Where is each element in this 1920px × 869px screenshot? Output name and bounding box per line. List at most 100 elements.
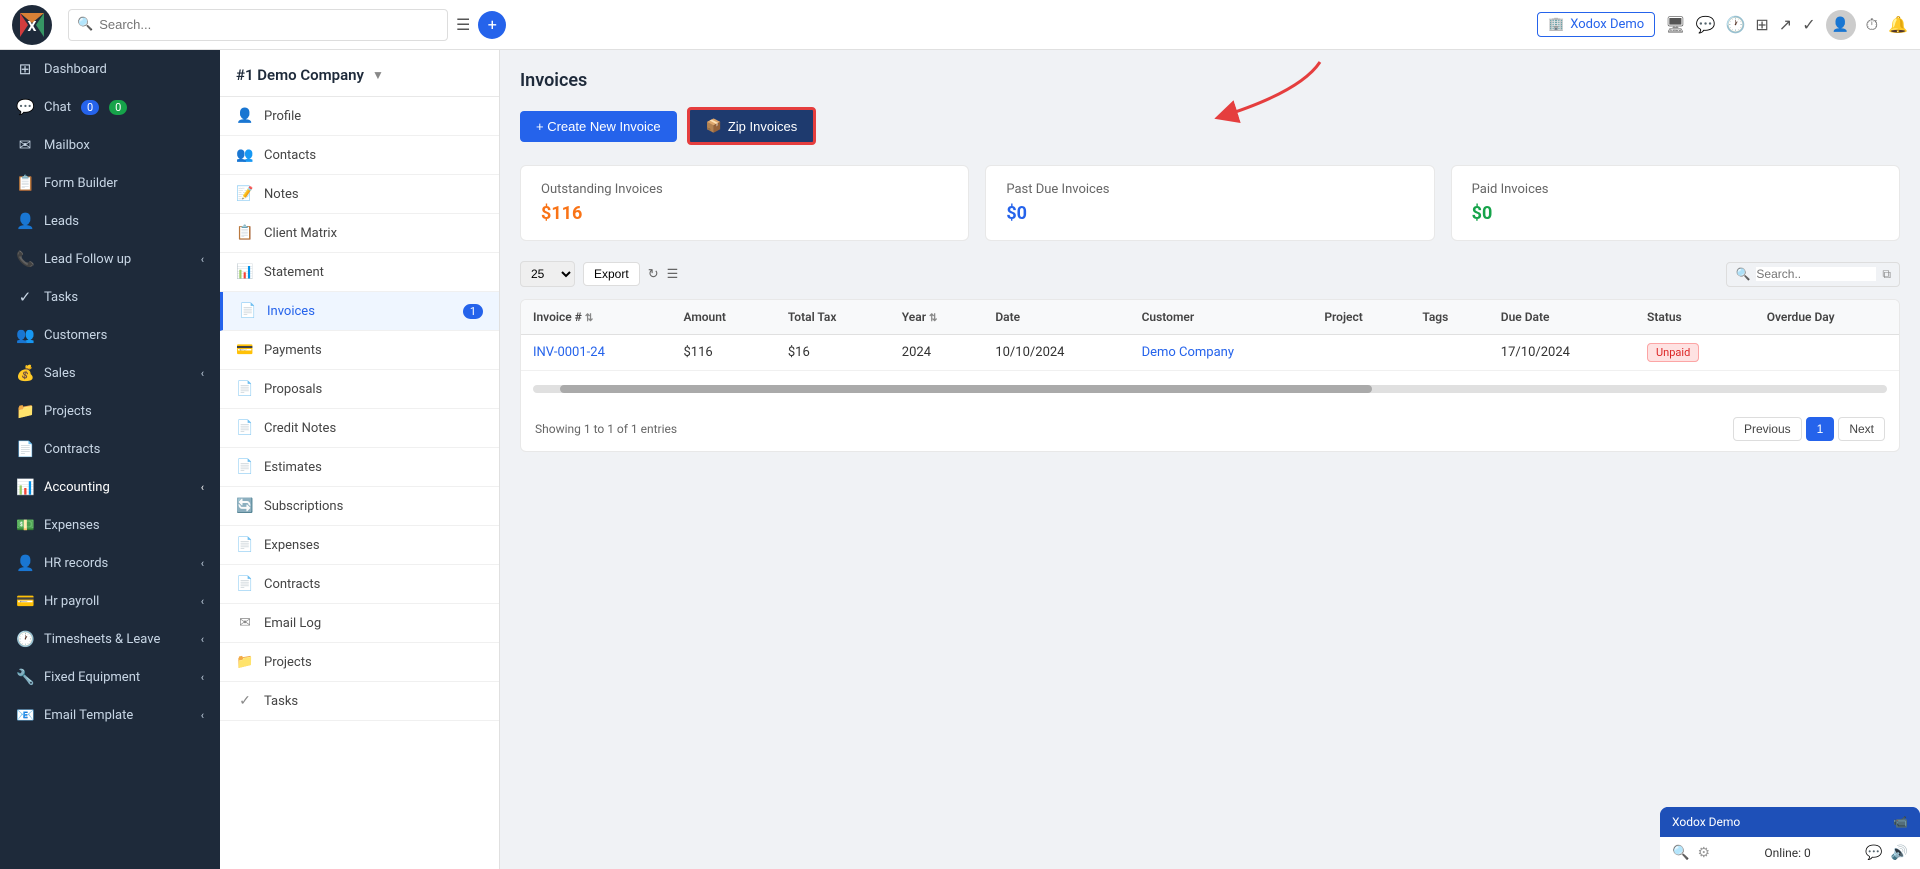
sidebar-label-contracts: Contracts (44, 442, 100, 457)
stat-label-paid: Paid Invoices (1472, 182, 1879, 197)
sub-sidebar-item-contacts[interactable]: 👥 Contacts (220, 136, 499, 175)
sub-sidebar-item-proposals[interactable]: 📄 Proposals (220, 370, 499, 409)
history-icon[interactable]: 🕐 (1725, 15, 1745, 34)
page-1-button[interactable]: 1 (1806, 417, 1835, 441)
sidebar-item-customers[interactable]: 👥 Customers (0, 316, 220, 354)
scrollbar[interactable] (533, 385, 1887, 393)
cell-tags (1410, 335, 1488, 371)
sub-icon-notes: 📝 (236, 186, 254, 202)
list-view-icon[interactable]: ☰ (667, 267, 679, 282)
cell-overdue_day (1755, 335, 1899, 371)
sidebar-item-hr-payroll[interactable]: 💳 Hr payroll‹ (0, 582, 220, 620)
sidebar-item-lead-follow-up[interactable]: 📞 Lead Follow up‹ (0, 240, 220, 278)
bell-icon[interactable]: 🔔 (1888, 15, 1908, 34)
sidebar-item-chat[interactable]: 💬 Chat0 0 (0, 88, 220, 126)
sidebar-item-tasks[interactable]: ✓ Tasks (0, 278, 220, 316)
sub-icon-expenses: 📄 (236, 537, 254, 553)
chat-sound-icon[interactable]: 🔊 (1891, 845, 1908, 861)
clock-icon[interactable]: ⏱ (1866, 15, 1878, 35)
check-icon[interactable]: ✓ (1802, 15, 1815, 34)
th-year[interactable]: Year ⇅ (890, 300, 984, 335)
sidebar-item-accounting[interactable]: 📊 Accounting‹ (0, 468, 220, 506)
sub-sidebar-item-subscriptions[interactable]: 🔄 Subscriptions (220, 487, 499, 526)
stats-row: Outstanding Invoices $116Past Due Invoic… (520, 165, 1900, 241)
chat-search-icon[interactable]: 🔍 (1672, 845, 1689, 861)
sub-sidebar-item-tasks[interactable]: ✓ Tasks (220, 682, 499, 721)
cell-date: 10/10/2024 (983, 335, 1129, 371)
sidebar-item-form-builder[interactable]: 📋 Form Builder (0, 164, 220, 202)
share-icon[interactable]: ↗ (1779, 15, 1792, 34)
sub-icon-projects: 📁 (236, 654, 254, 670)
sub-icon-invoices: 📄 (239, 303, 257, 319)
export-button[interactable]: Export (583, 262, 640, 286)
zip-invoices-button[interactable]: 📦 Zip Invoices (687, 107, 817, 145)
sidebar-icon-projects: 📁 (16, 402, 34, 420)
copy-icon[interactable]: ⧉ (1882, 267, 1891, 282)
avatar[interactable]: 👤 (1826, 10, 1856, 40)
th-invoice_num[interactable]: Invoice # ⇅ (521, 300, 671, 335)
sub-sidebar-item-profile[interactable]: 👤 Profile (220, 97, 499, 136)
sub-sidebar-item-payments[interactable]: 💳 Payments (220, 331, 499, 370)
sidebar-item-contracts[interactable]: 📄 Contracts (0, 430, 220, 468)
sidebar-label-chat: Chat (44, 100, 71, 115)
sub-sidebar-item-notes[interactable]: 📝 Notes (220, 175, 499, 214)
sub-sidebar-item-credit-notes[interactable]: 📄 Credit Notes (220, 409, 499, 448)
next-button[interactable]: Next (1838, 417, 1885, 441)
sub-sidebar-item-email-log[interactable]: ✉ Email Log (220, 604, 499, 643)
chat-video-icon[interactable]: 📹 (1893, 815, 1908, 829)
sidebar-label-expenses: Expenses (44, 518, 100, 533)
sidebar-label-timesheets: Timesheets & Leave (44, 632, 160, 647)
sidebar-item-fixed-equipment[interactable]: 🔧 Fixed Equipment‹ (0, 658, 220, 696)
sub-sidebar-item-statement[interactable]: 📊 Statement (220, 253, 499, 292)
table-search-input[interactable] (1756, 267, 1876, 281)
create-invoice-button[interactable]: + Create New Invoice (520, 111, 677, 142)
sidebar-item-sales[interactable]: 💰 Sales‹ (0, 354, 220, 392)
company-button[interactable]: 🏢 Xodox Demo (1537, 12, 1655, 37)
stat-value-paid: $0 (1472, 203, 1879, 224)
sub-icon-estimates: 📄 (236, 459, 254, 475)
sidebar-item-projects[interactable]: 📁 Projects (0, 392, 220, 430)
table-search[interactable]: 🔍 ⧉ (1726, 262, 1900, 287)
add-button[interactable]: + (478, 11, 506, 39)
chevron-email-template: ‹ (201, 709, 204, 722)
sub-sidebar-item-projects[interactable]: 📁 Projects (220, 643, 499, 682)
sidebar-item-leads[interactable]: 👤 Leads (0, 202, 220, 240)
cell-project (1312, 335, 1410, 371)
cell-invoice_num[interactable]: INV-0001-24 (521, 335, 671, 371)
sub-sidebar-item-expenses[interactable]: 📄 Expenses (220, 526, 499, 565)
sub-sidebar-item-client-matrix[interactable]: 📋 Client Matrix (220, 214, 499, 253)
chat-settings-icon[interactable]: ⚙ (1697, 845, 1710, 861)
prev-button[interactable]: Previous (1733, 417, 1802, 441)
sidebar-item-hr-records[interactable]: 👤 HR records‹ (0, 544, 220, 582)
menu-icon[interactable]: ☰ (456, 15, 470, 34)
sidebar-item-timesheets[interactable]: 🕐 Timesheets & Leave‹ (0, 620, 220, 658)
search-bar[interactable]: 🔍 (68, 9, 448, 41)
sidebar-item-expenses[interactable]: 💵 Expenses (0, 506, 220, 544)
sub-sidebar-item-invoices[interactable]: 📄 Invoices1 (220, 292, 499, 331)
cell-customer[interactable]: Demo Company (1130, 335, 1313, 371)
monitor-icon[interactable]: 🖥 (1665, 15, 1685, 34)
refresh-icon[interactable]: ↻ (648, 267, 659, 282)
sidebar-icon-leads: 👤 (16, 212, 34, 230)
dropdown-icon[interactable]: ▼ (372, 68, 384, 82)
sidebar-item-email-template[interactable]: 📧 Email Template‹ (0, 696, 220, 734)
grid-icon[interactable]: ⊞ (1755, 15, 1768, 34)
sub-sidebar-item-contracts[interactable]: 📄 Contracts (220, 565, 499, 604)
chat-msg-icon[interactable]: 💬 (1865, 845, 1882, 861)
company-label: Xodox Demo (1570, 17, 1644, 32)
stat-label-outstanding: Outstanding Invoices (541, 182, 948, 197)
logo[interactable]: X (12, 5, 52, 45)
main-panel: Invoices + Create New Invoice 📦 Zip Invo… (500, 50, 1920, 869)
sub-label-credit-notes: Credit Notes (264, 421, 336, 436)
search-input[interactable] (99, 17, 439, 32)
sidebar-item-dashboard[interactable]: ⊞ Dashboard (0, 50, 220, 88)
chat-widget-actions: 🔍 ⚙ (1672, 845, 1710, 861)
sub-label-email-log: Email Log (264, 616, 321, 631)
chevron-accounting: ‹ (201, 481, 204, 494)
sub-label-contacts: Contacts (264, 148, 316, 163)
sub-sidebar-item-estimates[interactable]: 📄 Estimates (220, 448, 499, 487)
chat-icon[interactable]: 💬 (1696, 15, 1716, 34)
sidebar-item-mailbox[interactable]: ✉ Mailbox (0, 126, 220, 164)
chevron-lead-follow-up: ‹ (201, 253, 204, 266)
per-page-select[interactable]: 25 50 100 (520, 261, 575, 287)
